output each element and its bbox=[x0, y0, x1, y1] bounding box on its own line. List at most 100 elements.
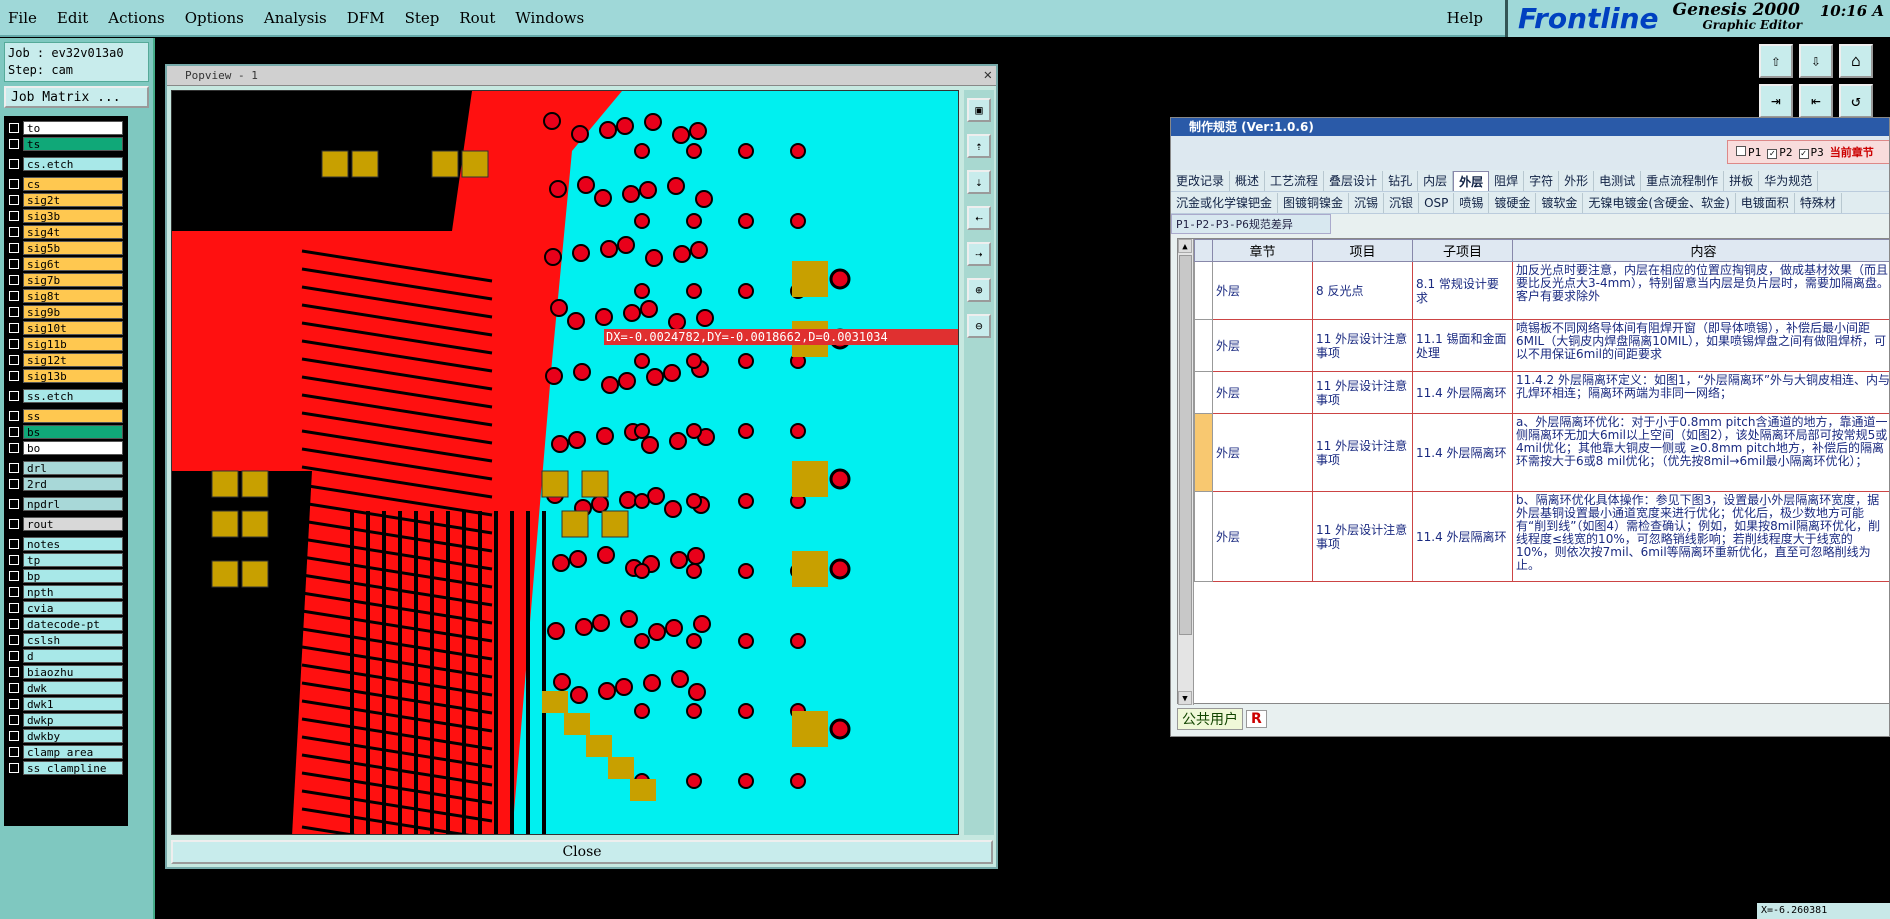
layer-row[interactable]: ts bbox=[4, 136, 128, 152]
layer-row[interactable]: cs bbox=[4, 176, 128, 192]
pan-down-icon[interactable]: ⇣ bbox=[967, 170, 991, 194]
layer-row[interactable]: sig7b bbox=[4, 272, 128, 288]
p1-checkbox[interactable]: P1 bbox=[1736, 145, 1761, 159]
current-chapter-button[interactable]: 当前章节 bbox=[1830, 144, 1874, 160]
header-chapter[interactable]: 章节 bbox=[1212, 239, 1313, 262]
p3-checkbox[interactable]: ✓ P3 bbox=[1798, 146, 1824, 159]
layer-label[interactable]: dwk bbox=[23, 681, 123, 695]
layer-checkbox[interactable] bbox=[9, 291, 19, 301]
tab-section[interactable]: 沉银 bbox=[1384, 192, 1420, 213]
layer-checkbox[interactable] bbox=[9, 539, 19, 549]
menu-edit[interactable]: Edit bbox=[49, 9, 96, 27]
layer-row[interactable]: sig11b bbox=[4, 336, 128, 352]
layer-row[interactable]: notes bbox=[4, 536, 128, 552]
layer-label[interactable]: tp bbox=[23, 553, 123, 567]
popview-titlebar[interactable]: Popview - 1 ✕ bbox=[167, 66, 996, 86]
layer-checkbox[interactable] bbox=[9, 763, 19, 773]
layer-label[interactable]: ss bbox=[23, 409, 123, 423]
pcb-view[interactable]: DX=-0.0024782,DY=-0.0018662,D=0.0031034 bbox=[171, 90, 959, 835]
layer-label[interactable]: sig10t bbox=[23, 321, 123, 335]
layer-checkbox[interactable] bbox=[9, 275, 19, 285]
layer-row[interactable]: bo bbox=[4, 440, 128, 456]
layer-row[interactable]: sig3b bbox=[4, 208, 128, 224]
layer-row[interactable]: sig6t bbox=[4, 256, 128, 272]
undo-icon[interactable]: ↺ bbox=[1839, 84, 1873, 118]
zoom-in-icon[interactable]: ⊕ bbox=[967, 278, 991, 302]
zoom-fit-icon[interactable]: ▣ bbox=[967, 98, 991, 122]
layer-row[interactable]: d bbox=[4, 648, 128, 664]
tab-chapter[interactable]: 电测试 bbox=[1594, 170, 1642, 191]
layer-checkbox[interactable] bbox=[9, 603, 19, 613]
scroll-up-icon[interactable]: ▲ bbox=[1178, 239, 1192, 253]
vertical-scrollbar[interactable]: ▲ ▼ bbox=[1178, 239, 1194, 705]
tab-chapter[interactable]: 外形 bbox=[1559, 170, 1595, 191]
close-icon[interactable]: ✕ bbox=[984, 67, 992, 83]
layer-row[interactable]: bs bbox=[4, 424, 128, 440]
layer-label[interactable]: sig8t bbox=[23, 289, 123, 303]
layer-label[interactable]: drl bbox=[23, 461, 123, 475]
layer-checkbox[interactable] bbox=[9, 519, 19, 529]
layer-row[interactable]: dwkby bbox=[4, 728, 128, 744]
layer-label[interactable]: rout bbox=[23, 517, 123, 531]
layer-checkbox[interactable] bbox=[9, 427, 19, 437]
layer-row[interactable]: tp bbox=[4, 552, 128, 568]
tab-section[interactable]: 沉金或化学镍钯金 bbox=[1171, 192, 1279, 213]
pan-up-icon[interactable]: ⇡ bbox=[967, 134, 991, 158]
menu-analysis[interactable]: Analysis bbox=[256, 9, 335, 27]
menu-rout[interactable]: Rout bbox=[451, 9, 503, 27]
subtab-p-diff[interactable]: P1-P2-P3-P6规范差异 bbox=[1171, 214, 1331, 234]
tab-chapter[interactable]: 概述 bbox=[1230, 170, 1266, 191]
layer-label[interactable]: ts bbox=[23, 137, 123, 151]
layer-checkbox[interactable] bbox=[9, 123, 19, 133]
layer-label[interactable]: sig6t bbox=[23, 257, 123, 271]
layer-row[interactable]: cslsh bbox=[4, 632, 128, 648]
tab-chapter[interactable]: 钻孔 bbox=[1383, 170, 1419, 191]
layer-checkbox[interactable] bbox=[9, 587, 19, 597]
menu-step[interactable]: Step bbox=[397, 9, 448, 27]
layer-checkbox[interactable] bbox=[9, 243, 19, 253]
scroll-thumb[interactable] bbox=[1179, 255, 1192, 635]
menu-dfm[interactable]: DFM bbox=[339, 9, 393, 27]
layer-checkbox[interactable] bbox=[9, 479, 19, 489]
layer-label[interactable]: notes bbox=[23, 537, 123, 551]
layer-checkbox[interactable] bbox=[9, 139, 19, 149]
tab-section[interactable]: 无镍电镀金(含硬金、软金) bbox=[1583, 192, 1736, 213]
layer-row[interactable]: drl bbox=[4, 460, 128, 476]
menu-actions[interactable]: Actions bbox=[100, 9, 172, 27]
p2-checkbox[interactable]: ✓ P2 bbox=[1767, 146, 1793, 159]
row-selector[interactable] bbox=[1194, 371, 1213, 414]
layer-label[interactable]: sig2t bbox=[23, 193, 123, 207]
layer-row[interactable]: ss bbox=[4, 408, 128, 424]
layer-label[interactable]: bs bbox=[23, 425, 123, 439]
tab-chapter[interactable]: 叠层设计 bbox=[1324, 170, 1384, 191]
layer-row[interactable]: cvia bbox=[4, 600, 128, 616]
tab-section[interactable]: 图镀铜镍金 bbox=[1278, 192, 1350, 213]
layer-row[interactable]: clamp_area bbox=[4, 744, 128, 760]
layer-label[interactable]: cvia bbox=[23, 601, 123, 615]
download-icon[interactable]: ⇩ bbox=[1799, 44, 1833, 78]
layer-checkbox[interactable] bbox=[9, 683, 19, 693]
layer-checkbox[interactable] bbox=[9, 211, 19, 221]
layer-label[interactable]: sig3b bbox=[23, 209, 123, 223]
layer-checkbox[interactable] bbox=[9, 667, 19, 677]
layer-checkbox[interactable] bbox=[9, 747, 19, 757]
layer-label[interactable]: ss_clampline bbox=[23, 761, 123, 775]
layer-checkbox[interactable] bbox=[9, 443, 19, 453]
tab-section[interactable]: 喷锡 bbox=[1454, 192, 1490, 213]
layer-label[interactable]: bo bbox=[23, 441, 123, 455]
exit-icon[interactable]: ⇥ bbox=[1759, 84, 1793, 118]
tab-chapter[interactable]: 工艺流程 bbox=[1265, 170, 1325, 191]
layer-row[interactable]: cs.etch bbox=[4, 156, 128, 172]
tab-chapter[interactable]: 字符 bbox=[1524, 170, 1560, 191]
layer-label[interactable]: sig4t bbox=[23, 225, 123, 239]
layer-label[interactable]: cslsh bbox=[23, 633, 123, 647]
close-button[interactable]: Close bbox=[171, 840, 993, 864]
layer-label[interactable]: clamp_area bbox=[23, 745, 123, 759]
layer-checkbox[interactable] bbox=[9, 731, 19, 741]
layer-label[interactable]: ss.etch bbox=[23, 389, 123, 403]
pan-left-icon[interactable]: ⇠ bbox=[967, 206, 991, 230]
layer-label[interactable]: to bbox=[23, 121, 123, 135]
tab-section[interactable]: 镀硬金 bbox=[1489, 192, 1537, 213]
table-row[interactable]: 外层 8 反光点 8.1 常规设计要求 加反光点时要注意，内层在相应的位置应掏铜皮，做… bbox=[1194, 261, 1889, 320]
menu-file[interactable]: File bbox=[0, 9, 45, 27]
